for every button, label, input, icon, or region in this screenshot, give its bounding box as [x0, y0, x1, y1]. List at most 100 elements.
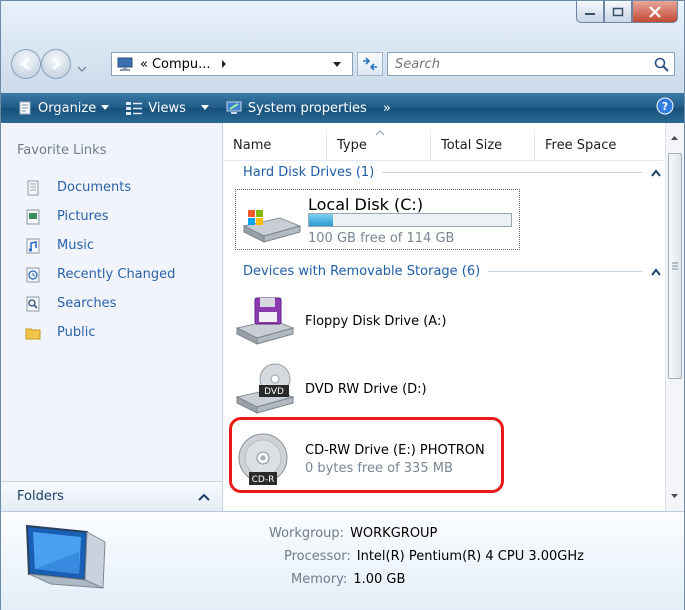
chevron-right-icon[interactable]	[219, 59, 229, 69]
help-button[interactable]: ?	[656, 97, 674, 119]
more-commands-button[interactable]: »	[383, 101, 391, 116]
back-button[interactable]	[11, 49, 41, 79]
sidebar-item-label: Documents	[57, 180, 132, 195]
search-input[interactable]	[395, 56, 635, 72]
organize-label: Organize	[38, 100, 97, 116]
chevron-up-icon	[198, 493, 210, 501]
sort-ascending-icon	[375, 130, 385, 136]
column-header-name[interactable]: Name	[223, 130, 327, 160]
svg-text:?: ?	[662, 100, 668, 113]
forward-button[interactable]	[41, 49, 71, 79]
drive-free-space: 100 GB free of 114 GB	[308, 231, 455, 246]
column-header-total-size[interactable]: Total Size	[431, 130, 535, 160]
system-properties-icon	[226, 101, 242, 114]
close-icon	[649, 5, 661, 18]
drive-item-local-disk[interactable]: Local Disk (C:) 100 GB free of 114 GB	[235, 189, 520, 250]
window-buttons	[576, 1, 678, 26]
system-properties-button[interactable]: System properties	[225, 100, 367, 116]
back-arrow-icon	[21, 58, 30, 70]
explorer-window: « Compu... Organize Views	[0, 0, 685, 610]
folders-label: Folders	[17, 489, 64, 504]
sidebar-item-label: Public	[57, 325, 96, 340]
workgroup-label: Workgroup:	[269, 526, 345, 541]
forward-arrow-icon	[52, 58, 61, 70]
folders-bar[interactable]: Folders	[1, 481, 222, 511]
sidebar-item-documents[interactable]: Documents	[25, 173, 175, 202]
sidebar-item-searches[interactable]: Searches	[25, 289, 175, 318]
address-bar[interactable]: « Compu...	[111, 52, 353, 76]
computer-large-icon	[25, 524, 106, 589]
minimize-button[interactable]	[576, 1, 604, 23]
group-header-hard-disks[interactable]: Hard Disk Drives (1)	[243, 165, 661, 180]
navigation-pane: Favorite Links Documents Pictures Music …	[1, 123, 223, 511]
maximize-button[interactable]	[604, 1, 632, 23]
organize-button[interactable]: Organize	[17, 100, 110, 116]
close-button[interactable]	[632, 1, 678, 23]
dvd-badge: DVD	[264, 387, 284, 397]
navigation-bar: « Compu...	[11, 49, 675, 79]
column-header-type[interactable]: Type	[327, 130, 431, 160]
group-title: Hard Disk Drives (1)	[243, 165, 375, 180]
group-header-removable[interactable]: Devices with Removable Storage (6)	[243, 264, 661, 279]
drive-name: Local Disk (C:)	[308, 195, 424, 214]
search-icon[interactable]	[654, 57, 670, 73]
views-label: Views	[148, 100, 186, 116]
column-header-free-space[interactable]: Free Space	[535, 130, 663, 160]
processor-row: Processor: Intel(R) Pentium(R) 4 CPU 3.0…	[284, 549, 584, 564]
views-button[interactable]: Views	[125, 100, 209, 116]
column-total-size-label: Total Size	[441, 137, 503, 153]
system-properties-label: System properties	[247, 100, 367, 116]
vertical-scrollbar[interactable]	[665, 123, 684, 511]
scroll-up-icon[interactable]	[666, 131, 683, 145]
grip-icon	[672, 262, 678, 270]
refresh-button[interactable]	[357, 52, 383, 76]
column-type-label: Type	[337, 137, 367, 153]
public-icon	[25, 328, 41, 339]
documents-icon	[27, 180, 39, 195]
sidebar-item-recently-changed[interactable]: Recently Changed	[25, 260, 175, 289]
address-dropdown-icon[interactable]	[332, 59, 342, 69]
sidebar-item-music[interactable]: Music	[25, 231, 175, 260]
search-box[interactable]	[387, 52, 675, 76]
music-icon	[26, 238, 40, 253]
recent-pages-dropdown[interactable]	[77, 59, 87, 78]
refresh-icon	[363, 57, 377, 71]
drive-name: DVD RW Drive (D:)	[305, 381, 427, 397]
breadcrumb-prefix: «	[140, 56, 148, 72]
maximize-icon	[612, 7, 624, 16]
drive-name: Floppy Disk Drive (A:)	[305, 313, 447, 329]
group-divider	[488, 271, 643, 272]
collapse-icon	[651, 267, 661, 276]
scroll-down-icon[interactable]	[666, 489, 683, 503]
group-divider	[382, 172, 643, 173]
details-pane: Workgroup: WORKGROUP Processor: Intel(R)…	[1, 511, 684, 610]
views-icon	[126, 102, 143, 115]
drive-item-dvd[interactable]: DVD DVD RW Drive (D:)	[233, 359, 523, 419]
searches-icon	[26, 296, 40, 311]
organize-icon	[19, 101, 31, 115]
memory-label: Memory:	[291, 572, 348, 587]
chevron-down-icon	[77, 66, 87, 72]
workgroup-value: WORKGROUP	[350, 526, 438, 541]
breadcrumb-computer[interactable]: Compu...	[152, 57, 211, 72]
group-title: Devices with Removable Storage (6)	[243, 264, 481, 279]
sidebar-item-label: Pictures	[57, 209, 109, 224]
sidebar-item-label: Recently Changed	[57, 267, 176, 282]
drive-item-floppy[interactable]: Floppy Disk Drive (A:)	[233, 291, 523, 351]
chevron-down-icon	[101, 105, 110, 110]
disk-usage-fill	[309, 214, 334, 226]
command-toolbar: Organize Views System properties » ?	[1, 93, 684, 123]
sidebar-item-public[interactable]: Public	[25, 318, 175, 347]
sidebar-item-label: Searches	[57, 296, 117, 311]
recently-changed-icon	[26, 267, 40, 282]
sidebar-item-pictures[interactable]: Pictures	[25, 202, 175, 231]
more-commands-icon: »	[382, 100, 391, 116]
help-icon: ?	[656, 97, 674, 115]
sidebar-item-label: Music	[57, 238, 94, 253]
hard-drive-icon	[242, 210, 302, 243]
processor-value: Intel(R) Pentium(R) 4 CPU 3.00GHz	[356, 549, 584, 564]
scrollbar-thumb[interactable]	[668, 153, 682, 379]
floppy-drive-icon	[235, 297, 295, 345]
window-chrome: « Compu...	[1, 1, 684, 93]
dvd-drive-icon: DVD	[235, 363, 295, 414]
